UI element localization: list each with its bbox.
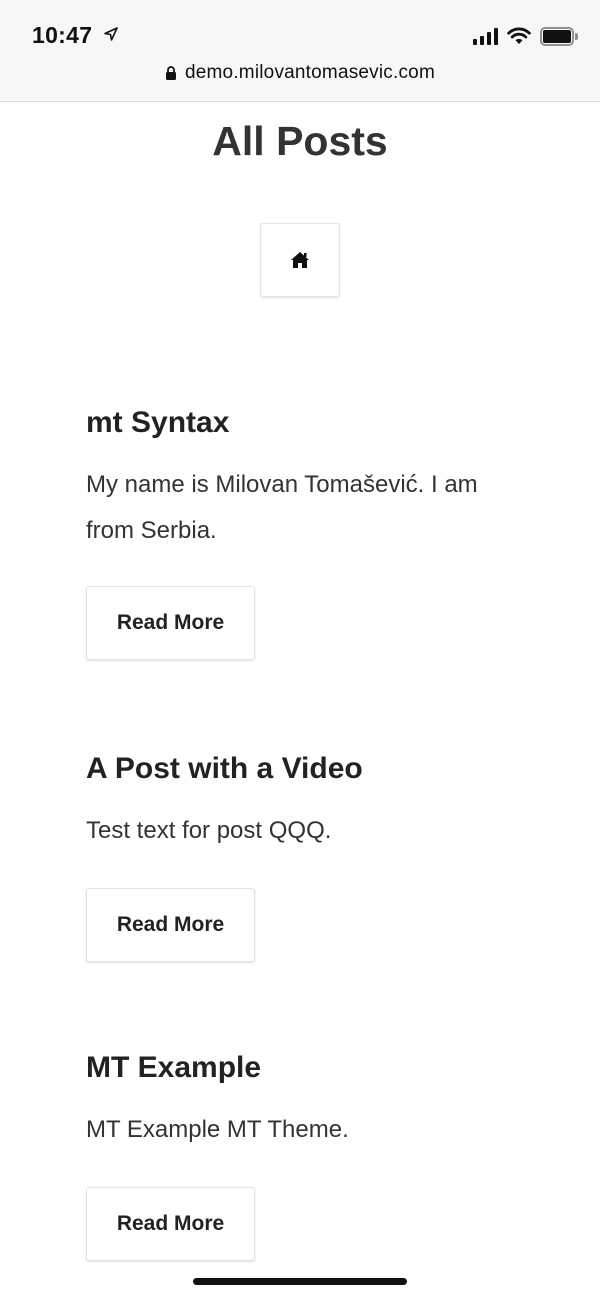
wifi-icon <box>507 27 531 44</box>
read-more-button[interactable]: Read More <box>86 888 255 962</box>
lock-icon <box>166 65 176 80</box>
address-bar[interactable]: demo.milovantomasevic.com <box>0 62 600 84</box>
status-time: 10:47 <box>32 22 93 48</box>
battery-icon <box>540 26 578 46</box>
location-arrow-icon <box>104 27 118 41</box>
post-item: A Post with a Video Test text for post Q… <box>86 752 526 962</box>
post-item: mt Syntax My name is Milovan Tomašević. … <box>86 406 526 660</box>
post-title[interactable]: mt Syntax <box>86 406 526 440</box>
post-title[interactable]: A Post with a Video <box>86 752 526 786</box>
status-indicators <box>473 26 578 46</box>
post-item: MT Example MT Example MT Theme. Read Mor… <box>86 1051 526 1261</box>
post-excerpt: Test text for post QQQ. <box>86 817 332 844</box>
post-excerpt: MT Example MT Theme. <box>86 1116 349 1143</box>
home-button[interactable] <box>260 223 340 297</box>
browser-chrome: 10:47 demo.milovantomasevic.com <box>0 0 600 102</box>
cellular-signal-icon <box>473 27 498 45</box>
home-icon <box>291 252 309 268</box>
read-more-button[interactable]: Read More <box>86 586 255 660</box>
post-excerpt: My name is Milovan Tomašević. I am from … <box>86 471 478 544</box>
url-text: demo.milovantomasevic.com <box>185 62 435 83</box>
post-title[interactable]: MT Example <box>86 1051 526 1085</box>
page-title: All Posts <box>212 118 388 164</box>
home-indicator[interactable] <box>193 1278 407 1285</box>
read-more-button[interactable]: Read More <box>86 1187 255 1261</box>
